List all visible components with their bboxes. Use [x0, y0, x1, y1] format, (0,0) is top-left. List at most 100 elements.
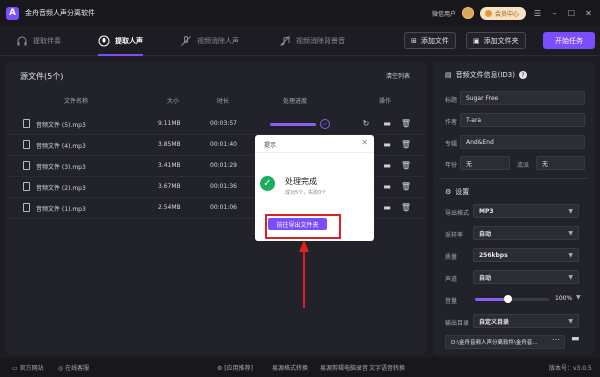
quality-select[interactable]: 256kbps ▼ [473, 248, 579, 262]
user-name[interactable]: 微信用户 [432, 9, 456, 18]
dialog-title: 提示 [264, 142, 277, 149]
settings-title: ⚙ 设置 [445, 187, 469, 197]
file-size: 2.54MB [158, 204, 181, 211]
app-link-1[interactable]: 易源格式转换 [272, 363, 308, 372]
website-label: 官方网站 [19, 365, 44, 372]
trash-icon[interactable]: 🗑 [401, 160, 411, 170]
app-link-4[interactable]: 文字语音转换 [369, 363, 405, 372]
folder-icon[interactable]: ▬ [382, 118, 392, 128]
file-duration: 00:01:29 [210, 162, 237, 169]
output-select[interactable]: 自定义目录 ▼ [473, 314, 579, 328]
app-link-3[interactable]: 电脑录音 [344, 363, 368, 372]
header-actions: 操作 [379, 98, 392, 105]
id3-author-input[interactable]: T-ara [460, 113, 585, 127]
format-select[interactable]: MP3 ▼ [473, 204, 579, 218]
table-row[interactable]: 音频文件 (5).mp3 9.11MB 00:03:57 ✓ ↻ ▬ 🗑 [6, 114, 426, 135]
id3-year-label: 年份 [445, 162, 458, 169]
file-icon [23, 119, 30, 128]
add-folder-icon: ▣ [473, 36, 480, 45]
chevron-down-icon: ▼ [568, 252, 573, 259]
folder-icon[interactable]: ▬ [382, 160, 392, 170]
id3-genre-input[interactable]: 无 [536, 156, 585, 170]
id3-title-label: 标题 [445, 97, 458, 104]
help-icon[interactable]: ? [519, 71, 527, 79]
start-task-button[interactable]: 开始任务 [543, 32, 595, 49]
file-icon [23, 161, 30, 170]
app-logo: A [6, 6, 19, 20]
id3-album-input[interactable]: And&End [460, 135, 585, 149]
folder-icon[interactable]: ▬ [571, 334, 580, 344]
file-icon [23, 203, 30, 212]
chevron-down-icon: ▼ [568, 318, 573, 325]
header-duration: 时长 [217, 98, 230, 105]
tab-label: 提取伴奏 [33, 37, 61, 45]
close-icon[interactable]: ✕ [361, 138, 368, 147]
file-name: 音频文件 (3).mp3 [36, 164, 86, 171]
version-label: 版本号：v3.0.5 [549, 365, 592, 372]
vip-center-button[interactable]: 会员中心 [479, 6, 526, 20]
tab-label: 提取人声 [115, 37, 143, 45]
volume-slider[interactable] [475, 295, 549, 303]
source-title: 源文件(5个) [20, 72, 64, 81]
tab-video-remove-background[interactable]: 视频消除背景音 [279, 26, 345, 56]
folder-icon[interactable]: ▬ [382, 139, 392, 149]
refresh-icon[interactable]: ↻ [361, 118, 371, 128]
more-icon[interactable]: ⋯ [552, 335, 560, 344]
channel-label: 声道 [445, 276, 458, 283]
channel-value: 自动 [479, 274, 492, 282]
headphones-icon [16, 35, 28, 47]
samplerate-select[interactable]: 自动 ▼ [473, 226, 579, 240]
crown-icon [484, 9, 492, 17]
chevron-down-icon[interactable]: ▼ [576, 294, 581, 301]
format-value: MP3 [479, 207, 494, 215]
file-duration: 00:01:06 [210, 204, 237, 211]
success-icon: ✓ [260, 176, 275, 191]
file-name: 音频文件 (2).mp3 [36, 185, 86, 192]
channel-select[interactable]: 自动 ▼ [473, 270, 579, 284]
close-icon[interactable]: ✕ [583, 8, 594, 19]
support-link[interactable]: ◎ 在线客服 [58, 363, 89, 372]
tab-label: 视频消除人声 [197, 37, 239, 45]
add-file-label: 添加文件 [420, 36, 449, 45]
folder-icon[interactable]: ▬ [382, 202, 392, 212]
avatar[interactable] [461, 7, 474, 19]
music-off-icon [279, 35, 291, 47]
trash-icon[interactable]: 🗑 [401, 139, 411, 149]
trash-icon[interactable]: 🗑 [401, 202, 411, 212]
table-header: 文件名称 大小 时长 处理进度 操作 [6, 94, 426, 108]
add-file-button[interactable]: ⊞ 添加文件 [404, 32, 456, 49]
volume-value: 100% [555, 295, 573, 302]
menu-icon[interactable]: ☰ [532, 8, 543, 19]
id3-year-input[interactable]: 无 [460, 156, 510, 170]
id3-title-input[interactable]: Sugar Free [460, 91, 585, 105]
apps-recommend: ⚙ [应用推荐] [217, 365, 253, 372]
header-name: 文件名称 [64, 98, 89, 105]
file-icon [23, 140, 30, 149]
settings-title-text: 设置 [455, 188, 470, 196]
app-link-2[interactable]: 易源剪辑 [320, 363, 344, 372]
trash-icon[interactable]: 🗑 [401, 181, 411, 191]
add-folder-label: 添加文件夹 [483, 36, 519, 45]
tab-extract-accompaniment[interactable]: 提取伴奏 [16, 26, 61, 56]
file-name: 音频文件 (5).mp3 [36, 122, 86, 129]
title-bar: A 金舟音频人声分离软件 微信用户 会员中心 ☰ – ☐ ✕ [0, 0, 600, 26]
panel-divider [439, 178, 588, 179]
folder-icon[interactable]: ▬ [382, 181, 392, 191]
file-name: 音频文件 (1).mp3 [36, 206, 86, 213]
quality-value: 256kbps [479, 251, 508, 259]
tab-video-remove-vocals[interactable]: 视频消除人声 [180, 26, 239, 56]
website-link[interactable]: ▭ 官方网站 [12, 363, 44, 372]
dialog-status: 处理完成 [285, 177, 317, 186]
tab-extract-vocals[interactable]: 提取人声 [98, 26, 143, 56]
file-size: 9.11MB [158, 120, 181, 127]
id3-icon: ▤ [445, 71, 452, 79]
trash-icon[interactable]: 🗑 [401, 118, 411, 128]
minimize-icon[interactable]: – [549, 8, 560, 19]
annotation-highlight-box [265, 214, 341, 239]
add-folder-button[interactable]: ▣ 添加文件夹 [466, 32, 526, 49]
header-size: 大小 [167, 98, 180, 105]
app-title: 金舟音频人声分离软件 [25, 9, 95, 17]
maximize-icon[interactable]: ☐ [566, 8, 577, 19]
clear-list-button[interactable]: 清空列表 [386, 71, 410, 80]
output-path-input[interactable]: D:\金舟音频人声分离软件\金舟音… [445, 335, 565, 349]
